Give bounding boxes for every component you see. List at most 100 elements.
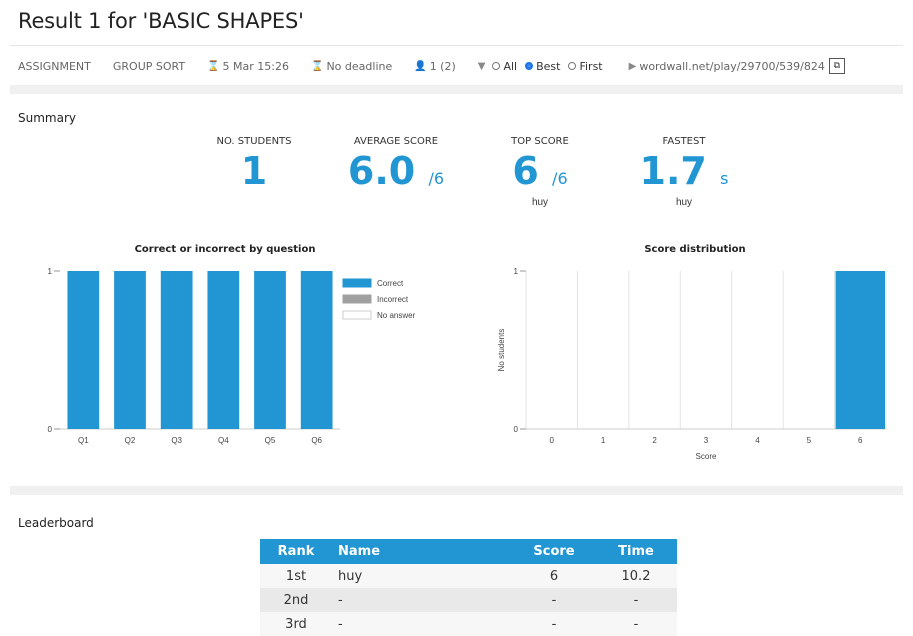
bar-correct xyxy=(254,271,286,429)
stat-top-unit: /6 xyxy=(552,169,568,188)
stat-students: NO. STUDENTS 1 xyxy=(184,136,324,191)
stat-average: AVERAGE SCORE 6.0 /6 xyxy=(326,136,466,199)
stat-top-who: huy xyxy=(531,197,549,208)
chart-distribution-title: Score distribution xyxy=(644,244,746,255)
stat-fastest-value: 1.7 xyxy=(639,149,707,193)
y-axis-label: No students xyxy=(497,329,506,372)
name-cell: - xyxy=(332,588,513,612)
stat-students-value: 1 xyxy=(240,149,268,193)
leaderboard-header-row: Rank Name Score Time xyxy=(260,539,677,564)
stat-top-header: TOP SCORE xyxy=(511,136,569,147)
bar-correct xyxy=(207,271,240,429)
bar-score xyxy=(835,271,885,429)
filter-first-label[interactable]: First xyxy=(579,60,602,73)
user-icon: 👤 xyxy=(414,60,427,72)
section-divider xyxy=(10,486,903,495)
stat-fastest-header: FASTEST xyxy=(662,136,706,147)
col-score: Score xyxy=(513,539,595,564)
x-tick-label: 5 xyxy=(807,436,812,445)
rank-cell: 3rd xyxy=(260,612,332,636)
meta-bar: ASSIGNMENT GROUP SORT ⌛ 5 Mar 15:26 ⌛ No d… xyxy=(10,45,903,86)
stat-average-header: AVERAGE SCORE xyxy=(353,136,439,147)
template-text: GROUP SORT xyxy=(112,59,186,73)
leaderboard-table: Rank Name Score Time 1st huy 6 10.2 2nd … xyxy=(260,539,677,636)
x-tick-label: 2 xyxy=(652,436,657,445)
participants-text: 1 (2) xyxy=(429,59,456,73)
deadline: ⌛ No deadline xyxy=(311,60,392,73)
template-label: GROUP SORT xyxy=(113,60,185,73)
col-time: Time xyxy=(595,539,677,564)
start-date-text: 5 Mar 15:26 xyxy=(222,59,289,73)
time-cell: - xyxy=(595,612,677,636)
bar-correct xyxy=(160,271,193,429)
table-row: 1st huy 6 10.2 xyxy=(260,564,677,588)
stat-average-unit: /6 xyxy=(428,169,445,188)
bar-correct xyxy=(300,271,333,429)
score-cell: - xyxy=(513,612,595,636)
legend-swatch xyxy=(342,278,372,288)
leaderboard-heading: Leaderboard xyxy=(18,516,94,530)
hourglass-icon: ⌛ xyxy=(207,60,220,72)
bar-correct xyxy=(67,271,100,429)
filter-icon: ▼ xyxy=(477,60,486,72)
time-cell: - xyxy=(595,588,677,612)
score-cell: - xyxy=(513,588,595,612)
time-cell: 10.2 xyxy=(595,564,677,588)
filter-best-label[interactable]: Best xyxy=(536,60,560,73)
y-tick-label: 1 xyxy=(48,267,53,276)
stat-top: TOP SCORE 6 /6 huy xyxy=(470,136,610,208)
x-tick-label: Q6 xyxy=(311,436,322,445)
legend-label: Incorrect xyxy=(377,295,409,304)
table-row: 3rd - - - xyxy=(260,612,677,636)
summary-heading: Summary xyxy=(18,111,76,125)
filter-all-radio[interactable] xyxy=(492,62,501,70)
mode-text: ASSIGNMENT xyxy=(18,59,91,73)
play-icon: ▶ xyxy=(628,60,637,72)
legend-label: Correct xyxy=(377,279,404,288)
stat-top-value: 6 xyxy=(512,149,539,193)
rank-cell: 2nd xyxy=(260,588,332,612)
x-tick-label: Q5 xyxy=(265,436,276,445)
x-tick-label: 3 xyxy=(704,436,709,445)
share-link: ▶ wordwall.net/play/29700/539/824 ⧉ xyxy=(629,58,845,74)
stat-fastest: FASTEST 1.7 s huy xyxy=(614,136,754,208)
y-tick-label: 1 xyxy=(514,267,519,276)
filter-first-radio[interactable] xyxy=(568,62,577,70)
table-row: 2nd - - - xyxy=(260,588,677,612)
filter-group: ▼ All Best First xyxy=(478,60,607,73)
x-tick-label: Q1 xyxy=(78,436,89,445)
x-tick-label: Q3 xyxy=(171,436,182,445)
copy-icon[interactable]: ⧉ xyxy=(828,58,845,74)
stat-students-header: NO. STUDENTS xyxy=(216,136,292,147)
legend-label: No answer xyxy=(377,311,416,320)
y-tick-label: 0 xyxy=(514,425,519,434)
x-tick-label: Q2 xyxy=(125,436,136,445)
y-tick-label: 0 xyxy=(48,425,53,434)
filter-best-radio[interactable] xyxy=(525,62,534,70)
participants: 👤 1 (2) xyxy=(414,60,456,73)
hourglass-empty-icon: ⌛ xyxy=(311,60,324,72)
score-cell: 6 xyxy=(513,564,595,588)
legend-swatch xyxy=(342,294,372,304)
stat-average-value: 6.0 xyxy=(347,149,416,193)
name-cell: huy xyxy=(332,564,513,588)
x-tick-label: 4 xyxy=(755,436,760,445)
chart-distribution: 0 1 0 1 2 3 4 5 6 Score No students xyxy=(497,267,887,461)
x-axis-label: Score xyxy=(696,452,717,461)
name-cell: - xyxy=(332,612,513,636)
x-tick-label: Q4 xyxy=(218,436,229,445)
x-tick-label: 0 xyxy=(549,436,554,445)
rank-cell: 1st xyxy=(260,564,332,588)
stat-fastest-who: huy xyxy=(675,197,693,208)
share-link-text[interactable]: wordwall.net/play/29700/539/824 xyxy=(639,60,825,73)
bar-correct xyxy=(114,271,146,429)
filter-all-label[interactable]: All xyxy=(503,60,517,73)
x-tick-label: 1 xyxy=(601,436,606,445)
mode-label: ASSIGNMENT xyxy=(18,60,91,73)
start-date: ⌛ 5 Mar 15:26 xyxy=(207,60,289,73)
col-name: Name xyxy=(332,539,513,564)
section-divider xyxy=(10,85,903,94)
chart-questions-title: Correct or incorrect by question xyxy=(134,244,316,255)
deadline-text: No deadline xyxy=(326,59,393,73)
page-title: Result 1 for 'BASIC SHAPES' xyxy=(18,9,304,33)
